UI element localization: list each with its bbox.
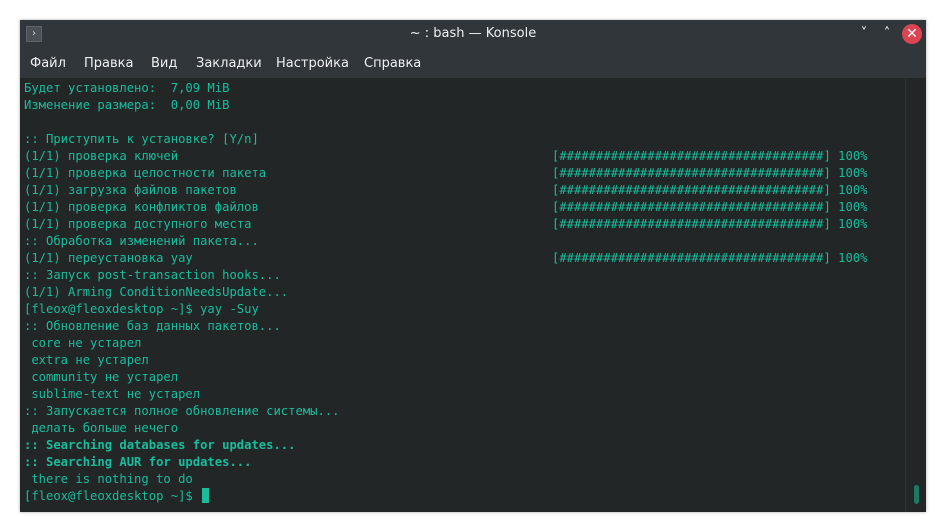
terminal-line: community не устарел (24, 370, 179, 384)
progress-row: [####################################] 1… (552, 148, 868, 165)
terminal-line: Изменение размера: 0,00 MiB (24, 98, 230, 112)
terminal-line: :: Запускается полное обновление системы… (24, 404, 340, 418)
progress-row: [####################################] 1… (552, 199, 868, 216)
progress-bar: [####################################] (552, 217, 831, 231)
prompt-line: [fleox@fleoxdesktop ~]$ (24, 488, 210, 505)
window-title: ~ : bash — Konsole (409, 26, 537, 41)
close-icon[interactable]: ✕ (902, 24, 922, 44)
progress-bar: [####################################] (552, 166, 831, 180)
progress-percent: 100% (838, 166, 868, 180)
progress-row: [####################################] 1… (552, 216, 868, 233)
terminal-line: :: Приступить к установке? [Y/n] (24, 132, 259, 146)
terminal-line: (1/1) проверка ключей (24, 149, 179, 163)
text-cursor (202, 488, 210, 503)
terminal-line: core не устарел (24, 336, 142, 350)
progress-row: [####################################] 1… (552, 165, 868, 182)
terminal-line: :: Запуск post-transaction hooks... (24, 268, 281, 282)
terminal-line: :: Обработка изменений пакета... (24, 234, 259, 248)
terminal-line: (1/1) проверка конфликтов файлов (24, 200, 259, 214)
terminal-line: [fleox@fleoxdesktop ~]$ yay -Suy (24, 302, 259, 316)
terminal-line: sublime-text не устарел (24, 387, 201, 401)
terminal-line: (1/1) загрузка файлов пакетов (24, 183, 237, 197)
progress-percent: 100% (838, 200, 868, 214)
terminal-line: :: Searching AUR for updates... (24, 455, 252, 469)
menu-file[interactable]: Файл (26, 48, 70, 78)
scrollbar[interactable] (905, 78, 926, 512)
progress-percent: 100% (838, 217, 868, 231)
konsole-window: › ~ : bash — Konsole ˅ ˄ ✕ Файл Правка В… (20, 20, 926, 512)
menu-bar: Файл Правка Вид Закладки Настройка Справ… (20, 48, 926, 78)
scrollbar-thumb[interactable] (914, 485, 919, 504)
progress-percent: 100% (838, 183, 868, 197)
maximize-icon[interactable]: ˄ (877, 24, 897, 44)
terminal-line: :: Обновление баз данных пакетов... (24, 319, 281, 333)
progress-bar: [####################################] (552, 200, 831, 214)
terminal-output[interactable]: Будет установлено: 7,09 MiB Изменение ра… (20, 78, 904, 512)
menu-edit[interactable]: Правка (80, 48, 137, 78)
progress-bar: [####################################] (552, 149, 831, 163)
progress-percent: 100% (838, 251, 868, 265)
progress-row: [####################################] 1… (552, 250, 868, 267)
terminal-line: (1/1) проверка целостности пакета (24, 166, 267, 180)
terminal-line: (1/1) переустановка yay (24, 251, 193, 265)
progress-bar: [####################################] (552, 251, 831, 265)
terminal-line: (1/1) проверка доступного места (24, 217, 252, 231)
title-bar[interactable]: › ~ : bash — Konsole ˅ ˄ ✕ (20, 20, 926, 48)
menu-view[interactable]: Вид (147, 48, 181, 78)
progress-percent: 100% (838, 149, 868, 163)
terminal-line: :: Searching databases for updates... (24, 438, 296, 452)
menu-bookmarks[interactable]: Закладки (192, 48, 266, 78)
terminal-line: (1/1) Arming ConditionNeedsUpdate... (24, 285, 289, 299)
terminal-line: there is nothing to do (24, 472, 193, 486)
menu-settings[interactable]: Настройка (272, 48, 353, 78)
menu-help[interactable]: Справка (360, 48, 425, 78)
progress-bar: [####################################] (552, 183, 831, 197)
prompt-text: [fleox@fleoxdesktop ~]$ (24, 489, 201, 503)
terminal-line: extra не устарел (24, 353, 149, 367)
progress-row: [####################################] 1… (552, 182, 868, 199)
terminal-line: Будет установлено: 7,09 MiB (24, 81, 230, 95)
minimize-icon[interactable]: ˅ (854, 24, 874, 44)
terminal-line: делать больше нечего (24, 421, 179, 435)
